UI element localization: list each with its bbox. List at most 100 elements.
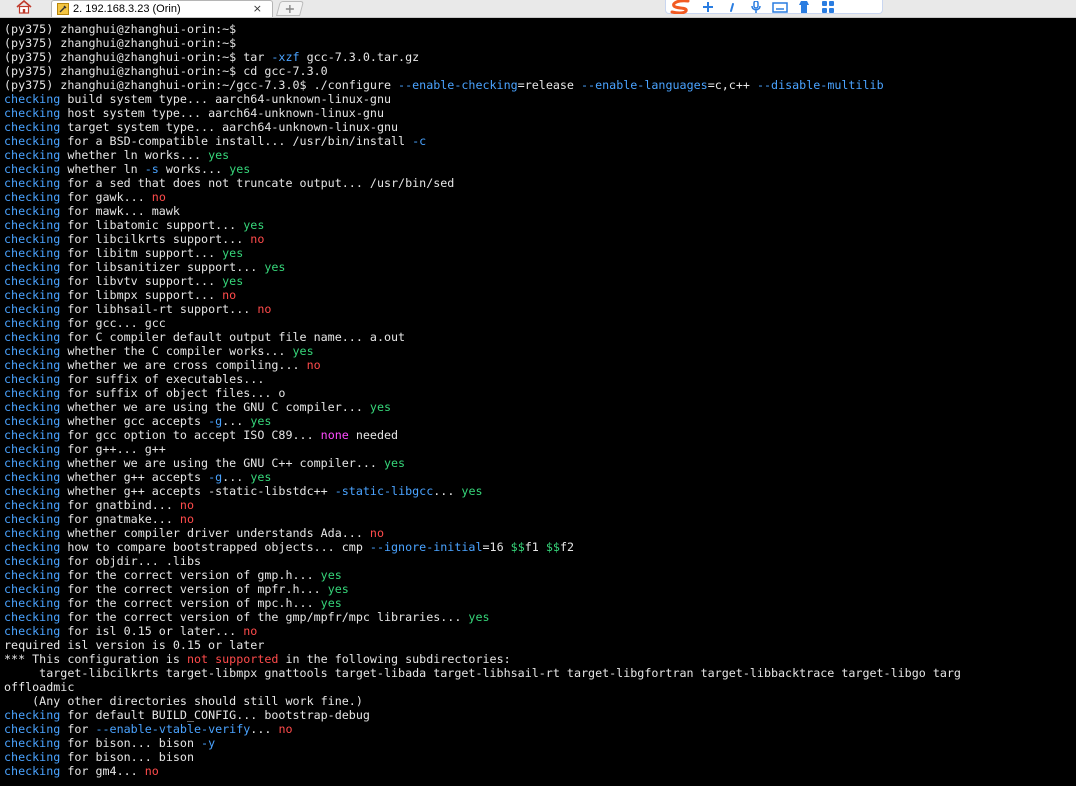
- terminal-text: no: [179, 498, 194, 512]
- terminal-line: checking for suffix of object files... o: [4, 386, 1076, 400]
- terminal-text: whether g++ accepts -static-libstdc++: [60, 484, 335, 498]
- terminal-text: (py375) zhanghui@zhanghui-orin:~$ cd gcc…: [4, 64, 328, 78]
- terminal-text: checking: [4, 428, 61, 442]
- terminal-text: whether we are using the GNU C compiler.…: [60, 400, 370, 414]
- home-button[interactable]: [3, 0, 45, 17]
- terminal-line: checking for objdir... .libs: [4, 554, 1076, 568]
- terminal-text: works...: [158, 162, 230, 176]
- terminal-text: no: [278, 722, 293, 736]
- terminal-text: (py375) zhanghui@zhanghui-orin:~$ tar: [4, 50, 272, 64]
- terminal-text: *** This configuration is: [4, 652, 187, 666]
- terminal-text: no: [144, 764, 159, 778]
- terminal-text: target-libcilkrts target-libmpx gnattool…: [4, 666, 961, 680]
- tab-bar: 2. 192.168.3.23 (Orin) ×: [0, 0, 1076, 18]
- terminal-text: checking: [4, 526, 61, 540]
- terminal-text: none: [320, 428, 349, 442]
- terminal-text: whether ln: [60, 162, 145, 176]
- toolbox-icon[interactable]: [816, 0, 840, 14]
- terminal-text: yes: [327, 582, 349, 596]
- terminal-line: checking for default BUILD_CONFIG... boo…: [4, 708, 1076, 722]
- terminal-line: checking whether ln -s works... yes: [4, 162, 1076, 176]
- terminal-text: (py375) zhanghui@zhanghui-orin:~$: [4, 22, 237, 36]
- terminal-line: checking for mawk... mawk: [4, 204, 1076, 218]
- terminal-line: checking for isl 0.15 or later... no: [4, 624, 1076, 638]
- terminal-text: for gawk...: [60, 190, 152, 204]
- terminal-text: no: [257, 302, 272, 316]
- punctuation-icon[interactable]: [720, 0, 744, 14]
- terminal-text: -g: [208, 414, 223, 428]
- terminal-line: checking for the correct version of mpc.…: [4, 596, 1076, 610]
- session-tab[interactable]: 2. 192.168.3.23 (Orin) ×: [51, 0, 273, 17]
- terminal-text: --disable-multilib: [756, 78, 884, 92]
- terminal-text: checking: [4, 764, 61, 778]
- terminal-text: checking: [4, 302, 61, 316]
- terminal-text: checking: [4, 330, 61, 344]
- terminal-text: not supported: [186, 652, 279, 666]
- keyboard-icon[interactable]: [768, 0, 792, 14]
- terminal-text: for libvtv support...: [60, 274, 223, 288]
- home-icon: [15, 0, 33, 18]
- terminal-line: *** This configuration is not supported …: [4, 652, 1076, 666]
- tab-title: 2. 192.168.3.23 (Orin): [73, 3, 181, 15]
- terminal-text: for gm4...: [60, 764, 145, 778]
- terminal-line: (py375) zhanghui@zhanghui-orin:~/gcc-7.3…: [4, 78, 1076, 92]
- terminal-text: -s: [144, 162, 159, 176]
- terminal-text: -xzf: [271, 50, 300, 64]
- terminal-text: checking: [4, 92, 61, 106]
- terminal-text: checking: [4, 736, 61, 750]
- terminal-text: yes: [461, 484, 483, 498]
- terminal-line: (Any other directories should still work…: [4, 694, 1076, 708]
- terminal-text: for: [60, 722, 96, 736]
- terminal-line: checking build system type... aarch64-un…: [4, 92, 1076, 106]
- terminal-line: checking whether gcc accepts -g... yes: [4, 414, 1076, 428]
- terminal-line: target-libcilkrts target-libmpx gnattool…: [4, 666, 1076, 680]
- terminal-output[interactable]: (py375) zhanghui@zhanghui-orin:~$ (py375)…: [4, 22, 1076, 786]
- terminal-text: f2: [559, 540, 575, 554]
- terminal-text: whether we are cross compiling...: [60, 358, 307, 372]
- terminal-text: yes: [320, 568, 342, 582]
- terminal-text: --enable-languages: [581, 78, 708, 92]
- terminal-text: checking: [4, 288, 61, 302]
- terminal-text: for suffix of executables...: [60, 372, 265, 386]
- terminal-text: for libhsail-rt support...: [60, 302, 258, 316]
- terminal-text: yes: [208, 148, 230, 162]
- terminal-line: checking for the correct version of the …: [4, 610, 1076, 624]
- terminal-text: yes: [243, 218, 265, 232]
- terminal-text: -c: [412, 134, 427, 148]
- new-tab-button[interactable]: [275, 1, 305, 16]
- terminal-line: checking for libcilkrts support... no: [4, 232, 1076, 246]
- terminal-text: checking: [4, 568, 61, 582]
- terminal-line: checking for a BSD-compatible install...…: [4, 134, 1076, 148]
- terminal-line: checking for bison... bison: [4, 750, 1076, 764]
- terminal-text: gcc-7.3.0.tar.gz: [299, 50, 420, 64]
- terminal-text: whether ln works...: [60, 148, 209, 162]
- terminal-line: checking for gnatbind... no: [4, 498, 1076, 512]
- pinyin-plus-icon[interactable]: [696, 0, 720, 14]
- terminal-text: checking: [4, 120, 61, 134]
- terminal-text: for mawk... mawk: [60, 204, 180, 218]
- terminal-line: checking for gcc... gcc: [4, 316, 1076, 330]
- terminal-text: yes: [468, 610, 490, 624]
- sogou-ime-icon[interactable]: [666, 0, 696, 14]
- terminal-text: whether compiler driver understands Ada.…: [60, 526, 370, 540]
- terminal-text: no: [306, 358, 321, 372]
- terminal-text: no: [179, 512, 194, 526]
- terminal-line: checking for libatomic support... yes: [4, 218, 1076, 232]
- terminal-text: checking: [4, 372, 61, 386]
- microphone-icon[interactable]: [744, 0, 768, 14]
- terminal-text: checking: [4, 246, 61, 260]
- terminal-text: yes: [369, 400, 392, 414]
- terminal-text: checking: [4, 596, 61, 610]
- tab-close-button[interactable]: ×: [253, 1, 262, 17]
- skin-icon[interactable]: [792, 0, 816, 14]
- terminal-text: for gcc option to accept ISO C89...: [60, 428, 321, 442]
- terminal-text: no: [222, 288, 237, 302]
- terminal-text: checking: [4, 190, 61, 204]
- terminal-line: checking for the correct version of mpfr…: [4, 582, 1076, 596]
- terminal-line: checking for gnatmake... no: [4, 512, 1076, 526]
- terminal-text: =c,c++: [707, 78, 757, 92]
- terminal-text: no: [243, 624, 258, 638]
- terminal-text: for a BSD-compatible install... /usr/bin…: [60, 134, 413, 148]
- terminal-text: checking: [4, 750, 61, 764]
- terminal-line: checking for libsanitizer support... yes: [4, 260, 1076, 274]
